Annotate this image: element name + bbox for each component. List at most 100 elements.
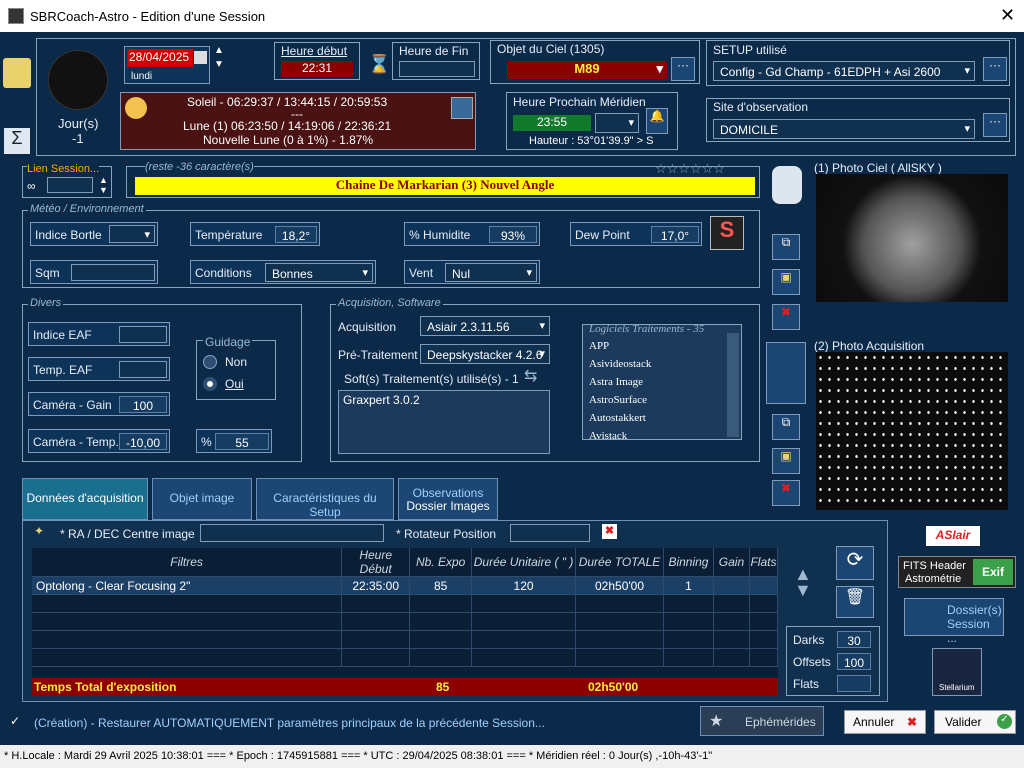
table-cell[interactable] [713,648,750,667]
table-cell[interactable] [663,612,714,631]
flats-input[interactable] [837,675,871,692]
table-cell[interactable] [341,648,411,667]
acq-table[interactable]: Filtres Heure Début Nb. Expo Durée Unitaire… [32,548,779,696]
heure-debut-value[interactable]: 22:31 [281,61,353,77]
acq-image[interactable] [816,352,1008,510]
table-cell[interactable]: 02h50'00 [575,576,664,595]
table-cell[interactable] [749,594,779,613]
delete-button-1[interactable]: ✖ [772,304,800,330]
swap-icon[interactable]: ⇆ [524,366,537,386]
table-cell[interactable] [471,648,577,667]
acq-select[interactable]: Asiair 2.3.11.56 [420,316,550,336]
copy-button-2[interactable]: ⧉ [772,414,800,440]
table-cell[interactable]: Optolong - Clear Focusing 2" [32,576,343,595]
logiciels-list[interactable]: Logiciels Traitements - 35 APP Asivideost… [582,323,742,442]
table-cell[interactable] [409,630,473,649]
table-cell[interactable] [32,612,343,631]
date-field[interactable]: 28/04/2025 lundi [124,46,210,84]
asiair-logo[interactable]: ASIair [926,526,980,546]
date-spinner[interactable]: ▲ ▼ [214,44,226,72]
temp-input[interactable]: 18,2° [275,226,317,243]
sigma-icon[interactable]: Σ [4,128,30,154]
session-title-input[interactable]: Chaine De Markarian (3) Nouvel Angle [135,177,755,195]
teaf-input[interactable] [119,361,167,378]
table-cell[interactable]: 22:35:00 [341,576,411,595]
table-cell[interactable] [575,648,664,667]
soft-list[interactable]: Graxpert 3.0.2 [338,390,550,454]
paste-button-1[interactable]: ▣ [772,269,800,295]
site-select[interactable]: DOMICILE [713,119,975,139]
table-cell[interactable] [575,630,664,649]
rot-input[interactable] [510,524,590,542]
table-cell[interactable] [749,630,779,649]
table-cell[interactable] [341,612,411,631]
dew-input[interactable]: 17,0° [651,226,699,243]
table-cell[interactable] [713,594,750,613]
table-cell[interactable] [471,594,577,613]
table-cell[interactable] [713,612,750,631]
table-row[interactable]: Optolong - Clear Focusing 2" 22:35:00 85 12… [32,576,779,595]
table-cell[interactable] [409,612,473,631]
table-cell[interactable] [409,648,473,667]
table-cell[interactable] [575,612,664,631]
darks-input[interactable]: 30 [837,631,871,648]
sqm-input[interactable] [71,264,155,281]
vent-select[interactable]: Nul [445,263,537,282]
table-cell[interactable] [32,594,343,613]
tab-objet[interactable]: Objet image [152,478,252,520]
table-cell[interactable] [663,630,714,649]
calendar-icon[interactable] [194,51,207,64]
paste-button-2[interactable]: ▣ [772,448,800,474]
table-cell[interactable] [409,594,473,613]
table-row[interactable] [32,594,779,613]
gain-input[interactable]: 100 [119,396,167,413]
tab-donnees[interactable]: Données d'acquisition [22,478,148,520]
logiciel-item[interactable]: Autostakkert [589,409,651,427]
logiciels-scrollbar[interactable] [727,333,739,437]
table-cell[interactable] [32,648,343,667]
table-row[interactable] [32,612,779,631]
table-cell[interactable] [749,648,779,667]
valider-button[interactable]: Valider ✓ [934,710,1016,734]
planet-icon[interactable] [451,97,473,119]
clear-rot-button[interactable]: ✖ [602,524,617,539]
restore-checkbox[interactable]: ✓ [10,714,26,730]
annuler-button[interactable]: Annuler ✖ [844,710,926,734]
offsets-input[interactable]: 100 [837,653,871,670]
table-cell[interactable] [575,594,664,613]
table-cell[interactable] [749,612,779,631]
logiciel-item[interactable]: AstroSurface [589,391,651,409]
table-row[interactable] [32,630,779,649]
table-cell[interactable] [663,648,714,667]
table-cell[interactable] [341,630,411,649]
tab-observations[interactable]: Observations Dossier Images [398,478,498,520]
table-cell[interactable] [713,576,750,595]
logiciel-item[interactable]: Asivideostack [589,355,651,373]
tab-setup[interactable]: Caractéristiques du Setup [256,478,394,520]
ra-input[interactable] [200,524,384,542]
trash-button[interactable]: 🗑 [836,586,874,618]
storm-app-icon[interactable]: S [710,216,744,250]
table-cell[interactable] [32,630,343,649]
table-row[interactable] [32,648,779,667]
stars-rating[interactable]: ☆☆☆☆☆☆ [655,161,725,177]
non-radio[interactable] [203,355,217,369]
setup-select[interactable]: Config - Gd Champ - 61EDPH + Asi 2600 [713,61,975,81]
copy-button-1[interactable]: ⧉ [772,234,800,260]
webcam-icon[interactable] [772,166,802,204]
table-cell[interactable] [749,576,779,595]
pre-select[interactable]: Deepskystacker 4.2.6 [420,344,550,364]
oui-radio[interactable] [203,377,217,391]
eaf-input[interactable] [119,326,167,343]
pct-input[interactable]: 55 [215,433,269,450]
table-cell[interactable] [341,594,411,613]
table-cell[interactable]: 1 [663,576,714,595]
objet-more-button[interactable]: ··· [671,57,695,81]
dossier-button[interactable]: Dossier(s) Session ... [904,598,1004,645]
ephemerides-button[interactable]: ★ Ephémérides [700,706,824,736]
logiciel-item[interactable]: Astra Image [589,373,651,391]
setup-more-button[interactable]: ··· [983,57,1007,81]
fits-button[interactable]: FITS Header Astrométrie Exif [898,556,1016,588]
reorder-arrows-icon[interactable]: ▲ ▼ [794,565,812,599]
bortle-select[interactable] [109,225,155,243]
